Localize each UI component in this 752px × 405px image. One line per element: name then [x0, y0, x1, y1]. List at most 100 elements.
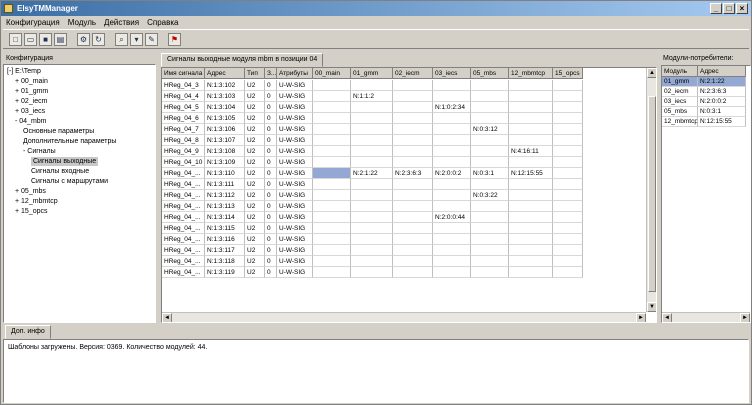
grid-cell[interactable]: HReg_04_...	[162, 234, 205, 245]
tab-output-signals[interactable]: Сигналы выходные модуля mbm в позиции 04	[161, 53, 324, 67]
grid-cell[interactable]: HReg_04_...	[162, 168, 205, 179]
column-header[interactable]: 02_iecm	[393, 68, 433, 79]
grid-cell[interactable]: 0	[265, 179, 277, 190]
grid-cell[interactable]: U2	[245, 201, 265, 212]
grid-cell[interactable]: N:12:15:55	[509, 168, 553, 179]
menu-actions[interactable]: Действия	[104, 16, 139, 29]
grid-cell[interactable]: N:2:0:0:2	[433, 168, 471, 179]
edit-icon[interactable]: ✎	[145, 32, 158, 46]
grid-cell[interactable]	[471, 91, 509, 102]
grid-cell[interactable]: N:1:3:113	[205, 201, 245, 212]
grid-cell[interactable]	[471, 201, 509, 212]
grid-cell[interactable]: U2	[245, 212, 265, 223]
grid-cell[interactable]	[393, 91, 433, 102]
grid-cell[interactable]	[393, 179, 433, 190]
grid-cell[interactable]	[433, 267, 471, 278]
grid-cell[interactable]: U-W-SIG	[277, 157, 313, 168]
grid-cell[interactable]: U2	[245, 113, 265, 124]
grid-cell[interactable]: U-W-SIG	[277, 135, 313, 146]
grid-cell[interactable]	[313, 157, 351, 168]
grid-cell[interactable]: HReg_04_...	[162, 201, 205, 212]
grid-cell[interactable]: 0	[265, 113, 277, 124]
grid-cell[interactable]	[509, 223, 553, 234]
grid-cell[interactable]: U-W-SIG	[277, 102, 313, 113]
grid-cell[interactable]: N:1:3:116	[205, 234, 245, 245]
grid-cell[interactable]: N:1:1:2	[351, 91, 393, 102]
grid-cell[interactable]	[351, 245, 393, 256]
grid-cell[interactable]: HReg_04_5	[162, 102, 205, 113]
grid-cell[interactable]: U2	[245, 91, 265, 102]
grid-cell[interactable]: U-W-SIG	[277, 212, 313, 223]
maximize-button[interactable]: □	[723, 3, 735, 14]
grid-cell[interactable]: N:2:3:6:3	[393, 168, 433, 179]
grid-cell[interactable]: U2	[245, 234, 265, 245]
grid-cell[interactable]: 0	[265, 168, 277, 179]
grid-cell[interactable]	[553, 113, 583, 124]
grid-cell[interactable]	[553, 223, 583, 234]
grid-cell[interactable]: 0	[265, 234, 277, 245]
grid-cell[interactable]	[509, 113, 553, 124]
grid-cell[interactable]	[509, 80, 553, 91]
grid-cell[interactable]	[433, 179, 471, 190]
grid-cell[interactable]: N:1:3:102	[205, 80, 245, 91]
grid-cell[interactable]: N:2:1:22	[351, 168, 393, 179]
grid-cell[interactable]: N:2:0:0:44	[433, 212, 471, 223]
grid-cell[interactable]: N:1:3:118	[205, 256, 245, 267]
grid-cell[interactable]	[509, 190, 553, 201]
grid-cell[interactable]: N:1:3:108	[205, 146, 245, 157]
find-icon[interactable]: ⌕	[115, 32, 128, 46]
consumer-cell[interactable]: 02_iecm	[662, 87, 698, 97]
grid-cell[interactable]	[553, 267, 583, 278]
grid-cell[interactable]	[553, 256, 583, 267]
grid-cell[interactable]	[393, 157, 433, 168]
grid-cell[interactable]: HReg_04_10	[162, 157, 205, 168]
grid-cell[interactable]	[393, 256, 433, 267]
grid-cell[interactable]	[313, 168, 351, 179]
tree-node[interactable]: + 02_iecm	[15, 97, 48, 106]
consumer-cell[interactable]: 03_iecs	[662, 97, 698, 107]
grid-cell[interactable]: HReg_04_...	[162, 190, 205, 201]
grid-cell[interactable]	[313, 91, 351, 102]
grid-cell[interactable]	[553, 190, 583, 201]
settings-icon[interactable]: ⚙	[77, 32, 90, 46]
grid-cell[interactable]: 0	[265, 124, 277, 135]
grid-cell[interactable]	[509, 91, 553, 102]
grid-cell[interactable]: U-W-SIG	[277, 179, 313, 190]
grid-cell[interactable]	[313, 124, 351, 135]
grid-cell[interactable]	[471, 212, 509, 223]
grid-cell[interactable]	[433, 157, 471, 168]
grid-cell[interactable]: HReg_04_3	[162, 80, 205, 91]
column-header[interactable]: Имя сигнала	[162, 68, 205, 79]
grid-cell[interactable]	[393, 267, 433, 278]
grid-cell[interactable]	[433, 135, 471, 146]
grid-cell[interactable]: 0	[265, 245, 277, 256]
grid-cell[interactable]	[471, 179, 509, 190]
grid-cell[interactable]: U-W-SIG	[277, 245, 313, 256]
grid-cell[interactable]	[351, 135, 393, 146]
grid-cell[interactable]: U2	[245, 223, 265, 234]
grid-cell[interactable]	[351, 157, 393, 168]
grid-cell[interactable]	[313, 256, 351, 267]
grid-cell[interactable]: N:1:3:119	[205, 267, 245, 278]
grid-cell[interactable]	[509, 234, 553, 245]
grid-cell[interactable]: 0	[265, 201, 277, 212]
grid-cell[interactable]	[509, 256, 553, 267]
tree-node[interactable]: - 04_mbm	[15, 117, 47, 126]
consumer-cell[interactable]: 12_mbmtcp	[662, 117, 698, 127]
grid-cell[interactable]	[471, 245, 509, 256]
tree-node[interactable]: Сигналы выходные	[31, 157, 99, 166]
grid-cell[interactable]	[553, 234, 583, 245]
consumer-scroll-left-arrow[interactable]: ◄	[662, 313, 672, 322]
grid-cell[interactable]	[433, 234, 471, 245]
grid-cell[interactable]	[313, 245, 351, 256]
tree-node[interactable]: + 12_mbmtcp	[15, 197, 58, 206]
grid-cell[interactable]	[393, 212, 433, 223]
grid-cell[interactable]: N:1:3:109	[205, 157, 245, 168]
grid-cell[interactable]: HReg_04_6	[162, 113, 205, 124]
column-header[interactable]: З...	[265, 68, 277, 79]
grid-cell[interactable]: U2	[245, 102, 265, 113]
grid-cell[interactable]: N:1:3:105	[205, 113, 245, 124]
consumer-horizontal-scrollbar[interactable]: ◄ ►	[662, 312, 750, 322]
grid-cell[interactable]: N:1:3:110	[205, 168, 245, 179]
grid-cell[interactable]	[509, 124, 553, 135]
